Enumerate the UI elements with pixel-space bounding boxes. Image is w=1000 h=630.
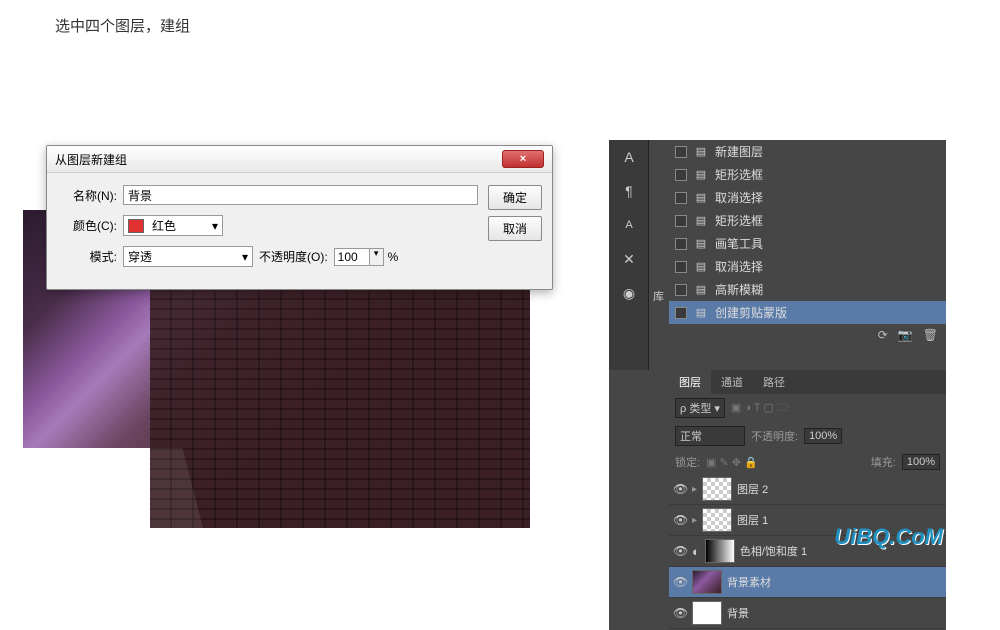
history-label: 取消选择 [715,258,763,275]
layer-thumb [692,601,722,625]
layer-name: 图层 1 [737,512,768,528]
name-label: 名称(N): [57,187,117,204]
opacity-dropdown-icon[interactable]: ▾ [369,249,383,265]
opacity-suffix: % [388,250,399,264]
watermark: UiBQ.CoM [834,524,943,550]
opacity-input[interactable]: ▾ [334,248,384,266]
history-checkbox[interactable] [675,192,687,204]
layer-opacity-label: 不透明度: [751,428,798,444]
workspace: 从图层新建组 × 名称(N): 颜色(C): 红色 ▾ 模式: [23,70,973,560]
layer-opacity-value[interactable]: 100% [804,428,842,444]
layer-row[interactable]: 👁 背景 [669,598,946,629]
history-checkbox[interactable] [675,284,687,296]
layer-thumb [702,477,732,501]
tools-icon[interactable]: ✕ [609,242,649,276]
history-step-icon: ▤ [693,306,709,320]
history-step-icon: ▤ [693,260,709,274]
mask-thumb [705,539,735,563]
layer-row[interactable]: 👁▸图层 2 [669,474,946,505]
visibility-icon[interactable]: 👁 [673,544,687,558]
tab-layers[interactable]: 图层 [669,370,711,394]
camera-icon[interactable]: 📷 [898,328,913,342]
history-item[interactable]: ▤ 矩形选框 [669,209,946,232]
color-swatch-icon [128,219,144,233]
history-step-icon: ▤ [693,191,709,205]
visibility-icon[interactable]: 👁 [673,575,687,589]
history-item[interactable]: ▤ 画笔工具 [669,232,946,255]
ok-button[interactable]: 确定 [488,185,542,210]
layer-name: 色相/饱和度 1 [740,543,807,559]
trash-icon[interactable]: 🗑 [923,328,938,342]
history-label: 取消选择 [715,189,763,206]
layer-kind-select[interactable]: ρ 类型 ▾ [675,398,725,418]
layer-row[interactable]: 👁 背景素材 [669,567,946,598]
history-item[interactable]: ▤ 新建图层 [669,140,946,163]
history-item[interactable]: ▤ 矩形选框 [669,163,946,186]
lib-label: 库 [653,288,664,304]
layer-thumb [692,570,722,594]
fill-label: 填充: [871,454,896,470]
tab-paths[interactable]: 路径 [753,370,795,394]
opacity-label: 不透明度(O): [259,248,328,265]
history-step-icon: ▤ [693,214,709,228]
tab-channels[interactable]: 通道 [711,370,753,394]
history-step-icon: ▤ [693,168,709,182]
history-checkbox[interactable] [675,169,687,181]
history-label: 矩形选框 [715,166,763,183]
history-panel: ▤ 新建图层 ▤ 矩形选框 ▤ 取消选择 ▤ 矩形选框 ▤ 画笔工具 ▤ 取消选择 ▤ 高斯模糊 ▤ 创建剪贴… [669,140,946,346]
mode-value: 穿透 [128,248,152,265]
history-label: 画笔工具 [715,235,763,252]
history-label: 创建剪贴蒙版 [715,304,787,321]
history-item[interactable]: ▤ 取消选择 [669,255,946,278]
history-label: 矩形选框 [715,212,763,229]
dialog-body: 名称(N): 颜色(C): 红色 ▾ 模式: 穿透 ▾ [47,173,552,289]
fill-value[interactable]: 100% [902,454,940,470]
layer-name: 背景 [727,605,749,621]
history-checkbox[interactable] [675,261,687,273]
layers-panel: 图层 通道 路径 ρ 类型 ▾ ▣ ◑ T ▢ 🗀 正常 不透明度: 100% … [669,370,946,629]
history-item[interactable]: ▤ 高斯模糊 [669,278,946,301]
history-label: 高斯模糊 [715,281,763,298]
page-caption: 选中四个图层，建组 [0,0,1000,51]
history-item[interactable]: ▤ 创建剪贴蒙版 [669,301,946,324]
history-item[interactable]: ▤ 取消选择 [669,186,946,209]
dialog-titlebar[interactable]: 从图层新建组 × [47,146,552,173]
character-tool-icon[interactable]: A [609,140,649,174]
layer-name: 背景素材 [727,574,771,590]
paragraph-tool-icon[interactable]: ¶ [609,174,649,208]
mode-label: 模式: [57,248,117,265]
history-step-icon: ▤ [693,283,709,297]
layers-tabs: 图层 通道 路径 [669,370,946,394]
color-value: 红色 [152,217,176,234]
mode-select[interactable]: 穿透 ▾ [123,246,253,267]
history-checkbox[interactable] [675,307,687,319]
color-label: 颜色(C): [57,217,117,234]
name-input[interactable] [123,185,478,205]
visibility-icon[interactable]: 👁 [673,606,687,620]
opacity-field[interactable] [335,249,369,265]
panels: A ¶ A ✕ ◉ 库 ▤ 新建图层 ▤ 矩形选框 ▤ 取消选择 ▤ 矩形选框 ▤ 画笔工具 ▤ 取消… [609,140,946,630]
history-step-icon: ▤ [693,237,709,251]
lock-label: 锁定: [675,454,700,470]
dialog-title-text: 从图层新建组 [55,151,127,168]
close-button[interactable]: × [502,150,544,168]
blend-mode-select[interactable]: 正常 [675,426,745,446]
cc-lib-icon[interactable]: ◉ 库 [609,276,649,310]
history-step-icon: ▤ [693,145,709,159]
history-label: 新建图层 [715,143,763,160]
history-checkbox[interactable] [675,238,687,250]
layer-name: 图层 2 [737,481,768,497]
visibility-icon[interactable]: 👁 [673,513,687,527]
new-snapshot-icon[interactable]: ⟳ [878,328,888,342]
layer-list: 👁▸图层 2👁▸图层 1👁◐色相/饱和度 1👁背景素材👁背景 [669,474,946,629]
color-select[interactable]: 红色 ▾ [123,215,223,236]
cancel-button[interactable]: 取消 [488,216,542,241]
tool-column: A ¶ A ✕ ◉ 库 [609,140,649,370]
layer-thumb [702,508,732,532]
new-group-dialog: 从图层新建组 × 名称(N): 颜色(C): 红色 ▾ 模式: [46,145,553,290]
visibility-icon[interactable]: 👁 [673,482,687,496]
char-style-tool-icon[interactable]: A [609,208,649,242]
history-checkbox[interactable] [675,146,687,158]
history-checkbox[interactable] [675,215,687,227]
